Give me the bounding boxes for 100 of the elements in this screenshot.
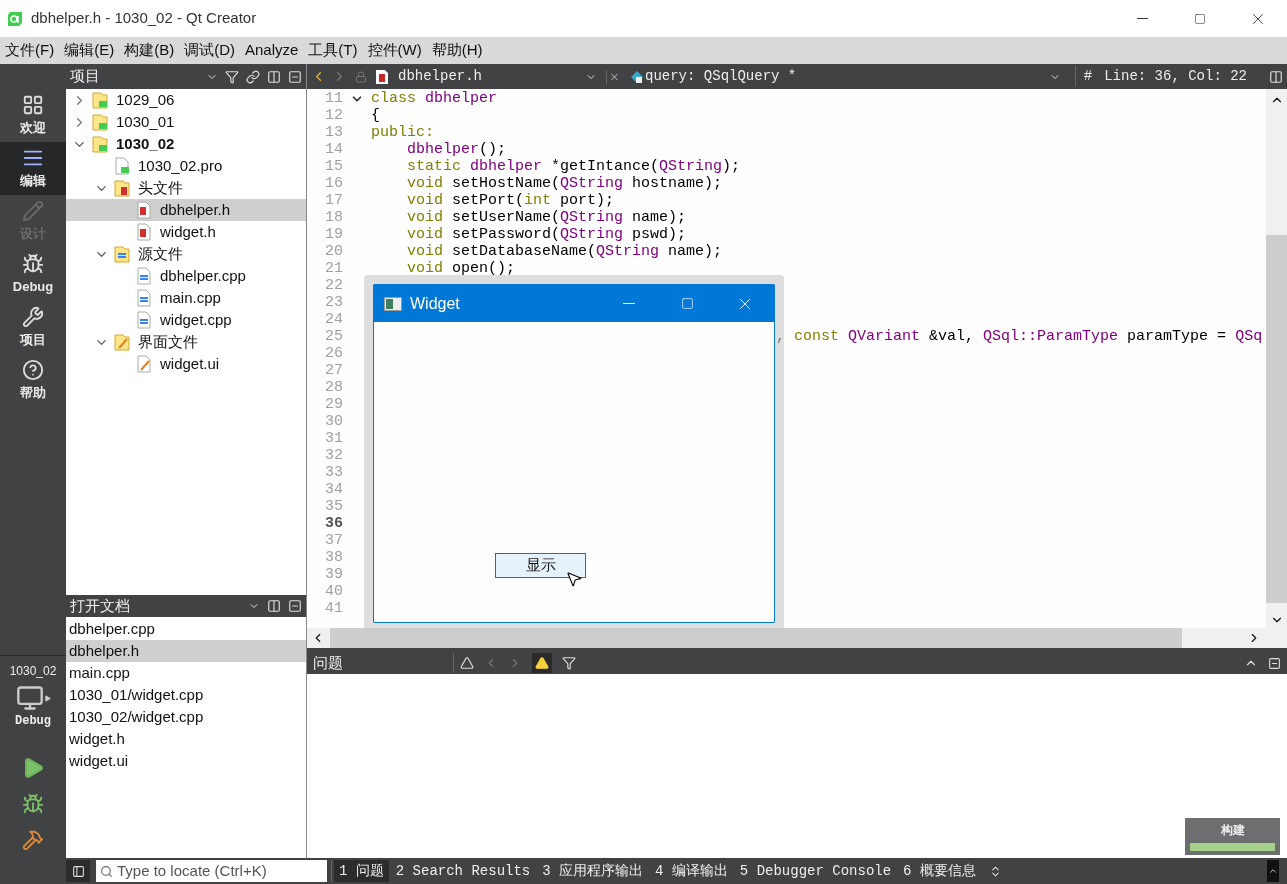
expand-icon[interactable] [1268,866,1278,876]
menu-item[interactable]: 帮助(H) [426,39,488,62]
line-number: 21 [324,260,343,277]
build-progress-label: 构建 [1220,822,1245,839]
mode-button[interactable]: 编辑 [0,142,66,195]
output-tab[interactable]: 3 应用程序输出 [537,860,649,882]
line-number: 11 [324,90,343,107]
search-icon [100,864,113,878]
tree-item-label: 1030_02 [116,133,175,154]
open-document-item[interactable]: dbhelper.cpp [66,618,306,640]
menu-item[interactable]: 编辑(E) [59,39,120,62]
file-name[interactable]: dbhelper.h [398,66,482,87]
warning-icon[interactable] [535,656,549,670]
file-icon [136,311,152,329]
code-line: void setHostName(QString hostname); [406,175,723,192]
line-number: 26 [324,345,343,362]
line-number: 14 [324,141,343,158]
tree-item[interactable]: 头文件 [66,177,306,199]
link-icon[interactable] [246,69,260,84]
scrollbar-thumb[interactable] [1266,235,1287,603]
help-icon [22,358,44,381]
line-number: 16 [324,175,343,192]
wrench-icon [22,305,44,328]
open-document-item[interactable]: 1030_01/widget.cpp [66,684,306,706]
kit-project-name: 1030_02 [9,663,57,680]
minimize-icon [1136,18,1148,19]
tree-item[interactable]: main.cpp [66,287,306,309]
output-tab[interactable]: 2 Search Results [390,860,536,882]
line-number: 33 [324,464,343,481]
close-panel-icon[interactable] [288,599,302,613]
folder-icon [92,91,108,109]
menu-item[interactable]: 调试(D) [179,39,240,62]
output-tab[interactable]: 6 概要信息 [898,860,981,882]
tree-item[interactable]: 源文件 [66,243,306,265]
line-number: 17 [324,192,343,209]
symbol-selector[interactable]: query: QSqlQuery * [645,66,797,87]
close-file-icon[interactable] [606,69,620,84]
tree-item[interactable]: 1030_01 [66,111,306,133]
menu-item[interactable]: 文件(F) [0,39,60,62]
mode-button[interactable]: 项目 [0,301,66,354]
open-document-item[interactable]: dbhelper.h [66,640,306,662]
mode-label: Debug [12,277,54,296]
mode-label: 编辑 [20,171,46,190]
panel-title: 打开文档 [70,595,130,616]
window-icon [384,296,402,311]
locator-input[interactable]: Type to locate (Ctrl+K) [117,859,323,883]
code-line: class dbhelper [371,90,498,107]
open-document-item[interactable]: main.cpp [66,662,306,684]
split-icon[interactable] [267,69,281,84]
output-tab[interactable]: 5 Debugger Console [734,860,897,882]
grid-icon [22,93,44,116]
tree-item[interactable]: widget.cpp [66,309,306,331]
split-icon[interactable] [1269,69,1283,84]
menu-item[interactable]: 控件(W) [362,39,427,62]
filter-icon[interactable] [562,656,576,670]
lock-icon [355,70,367,83]
tree-item[interactable]: dbhelper.h [66,199,306,221]
clean-icon[interactable] [460,656,474,670]
line-number: 13 [324,124,343,141]
filter-icon[interactable] [225,69,239,84]
close-panel-icon[interactable] [288,69,302,84]
open-document-item[interactable]: 1030_02/widget.cpp [66,706,306,728]
bug-icon [22,252,44,275]
line-number: 19 [324,226,343,243]
menu-item[interactable]: 工具(T) [303,39,363,62]
line-number: 24 [324,311,343,328]
mode-button[interactable]: 帮助 [0,354,66,407]
line-number: 40 [324,583,343,600]
open-document-item[interactable]: widget.h [66,728,306,750]
sidebar-toggle-button[interactable] [66,860,90,882]
show-button[interactable]: 显示 [495,553,586,578]
split-icon[interactable] [267,599,281,613]
mode-button[interactable]: Debug [0,248,66,301]
vertical-scrollbar[interactable] [1266,89,1287,628]
tree-item[interactable]: 1030_02 [66,133,306,155]
open-document-item[interactable]: widget.ui [66,750,306,772]
menu-item[interactable]: 构建(B) [119,39,180,62]
tree-item[interactable]: 1029_06 [66,89,306,111]
kit-selector[interactable] [15,684,51,712]
tree-item[interactable]: 界面文件 [66,331,306,353]
locator-field[interactable]: Type to locate (Ctrl+K) [96,860,327,882]
mode-label: 项目 [20,330,46,349]
output-tab[interactable]: 1 问题 [334,860,389,882]
tree-item-label: dbhelper.h [160,199,231,220]
line-number: 38 [324,549,343,566]
cursor-position: Line: 36, Col: 22 [1104,67,1247,86]
panel-title: 项目 [70,66,100,87]
tree-item[interactable]: 1030_02.pro [66,155,306,177]
tree-item[interactable]: widget.h [66,221,306,243]
output-tab[interactable]: 4 编译输出 [650,860,733,882]
line-number: 12 [324,107,343,124]
window-title: dbhelper.h - 1030_02 - Qt Creator [31,8,257,29]
line-number: 31 [324,430,343,447]
tree-item[interactable]: dbhelper.cpp [66,265,306,287]
tree-item[interactable]: widget.ui [66,353,306,375]
panel-title: 问题 [313,652,344,673]
sidebar-icon [71,864,85,878]
mode-button[interactable]: 欢迎 [0,89,66,142]
menu-item[interactable]: Analyze [240,39,304,62]
close-panel-icon[interactable] [1268,656,1281,670]
